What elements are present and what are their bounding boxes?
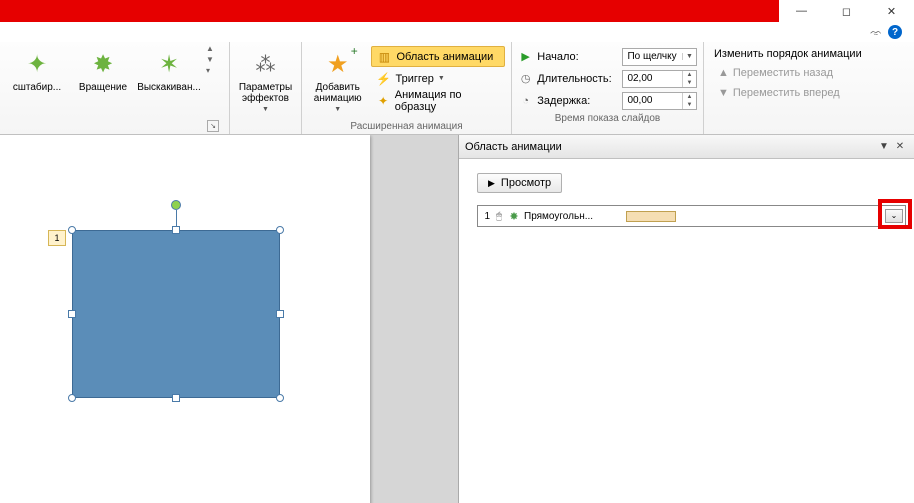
preview-button[interactable]: ▶ Просмотр (477, 173, 562, 193)
effect-options-group: Параметры эффектов ▼ (230, 42, 302, 134)
animation-pane: Область анимации ▼ ✕ ▶ Просмотр 1 🖱 ✸ Пр… (458, 135, 914, 503)
slide: 1 (0, 135, 370, 503)
arrow-up-icon: ▲ (718, 67, 729, 79)
animation-gallery-group: ✦ сштабир... ✸ Вращение ✶ Выскакиван... … (0, 42, 230, 134)
pane-body: ▶ Просмотр 1 🖱 ✸ Прямоугольн... ⌄ (459, 159, 914, 503)
rotate-handle[interactable] (171, 200, 181, 210)
pane-menu-icon[interactable]: ▼ (876, 141, 892, 152)
resize-handle[interactable] (276, 394, 284, 402)
animation-list: 1 🖱 ✸ Прямоугольн... ⌄ (477, 205, 906, 227)
delay-icon: ◔ (518, 95, 533, 107)
ribbon: ✦ сштабир... ✸ Вращение ✶ Выскакиван... … (0, 42, 914, 135)
gallery-down-icon[interactable]: ▼ (206, 55, 214, 64)
minimize-button[interactable]: — (779, 0, 824, 22)
extended-animation-group: ★+ Добавить анимацию ▼ ▥ Область анимаци… (302, 42, 512, 134)
gallery-more-icon[interactable]: ▾ (206, 66, 214, 75)
selected-shape[interactable]: 1 (72, 230, 280, 398)
maximize-button[interactable]: ◻ (824, 0, 869, 22)
animation-painter-button[interactable]: ✦ Анимация по образцу (371, 90, 505, 111)
chevron-down-icon: ▼ (438, 75, 445, 82)
resize-handle[interactable] (172, 226, 180, 234)
painter-icon: ✦ (375, 93, 390, 109)
effect-bounce[interactable]: ✶ Выскакиван... (138, 44, 200, 93)
pane-icon: ▥ (376, 49, 392, 65)
rectangle-shape[interactable] (72, 230, 280, 398)
chevron-down-icon: ▼ (334, 106, 341, 113)
arrow-down-icon: ▼ (718, 87, 729, 99)
pane-header: Область анимации ▼ ✕ (459, 135, 914, 159)
mouse-click-icon: 🖱 (492, 211, 506, 222)
resize-handle[interactable] (68, 310, 76, 318)
reorder-title: Изменить порядок анимации (710, 46, 900, 62)
pane-title: Область анимации (465, 141, 876, 153)
item-index: 1 (478, 211, 492, 222)
dialog-launcher-icon[interactable]: ↘ (207, 120, 219, 132)
animation-list-item[interactable]: 1 🖱 ✸ Прямоугольн... ⌄ (478, 206, 905, 226)
animation-order-tag[interactable]: 1 (48, 230, 66, 246)
effect-zoom[interactable]: ✦ сштабир... (6, 44, 68, 93)
star-icon: ✶ (153, 48, 185, 80)
play-icon: ▶ (488, 178, 495, 189)
star-icon: ✸ (87, 48, 119, 80)
delay-label: Задержка: (537, 95, 618, 107)
animation-pane-toggle[interactable]: ▥ Область анимации (371, 46, 505, 67)
slide-canvas[interactable]: 1 (0, 135, 458, 503)
gallery-up-icon[interactable]: ▲ (206, 44, 214, 53)
effect-spin[interactable]: ✸ Вращение (72, 44, 134, 93)
move-earlier-button: ▲ Переместить назад (710, 63, 900, 82)
resize-handle[interactable] (68, 394, 76, 402)
close-button[interactable]: ✕ (869, 0, 914, 22)
duration-label: Длительность: (537, 73, 618, 85)
item-name: Прямоугольн... (522, 211, 622, 222)
reorder-group: Изменить порядок анимации ▲ Переместить … (704, 42, 906, 134)
effect-options-button[interactable]: Параметры эффектов ▼ (236, 44, 295, 113)
pane-close-icon[interactable]: ✕ (892, 141, 908, 152)
move-later-button: ▼ Переместить вперед (710, 83, 900, 102)
star-icon: ✦ (21, 48, 53, 80)
trigger-button[interactable]: ⚡ Триггер ▼ (371, 68, 505, 89)
play-icon: ▶ (518, 50, 533, 63)
resize-handle[interactable] (276, 310, 284, 318)
resize-handle[interactable] (276, 226, 284, 234)
add-animation-button[interactable]: ★+ Добавить анимацию ▼ (308, 44, 367, 113)
delay-spinner[interactable]: 00,00 ▲▼ (622, 92, 697, 110)
clock-icon: ◷ (518, 72, 533, 85)
start-dropdown[interactable]: По щелчку ▼ (622, 48, 697, 66)
ribbon-collapse-icon[interactable]: ᨎ (870, 27, 882, 38)
chevron-down-icon: ▼ (262, 106, 269, 113)
timing-group-label: Время показа слайдов (518, 111, 697, 126)
help-icon[interactable]: ? (888, 25, 902, 39)
resize-handle[interactable] (172, 394, 180, 402)
workspace: 1 Область анимации ▼ ✕ ▶ (0, 135, 914, 503)
timeline-bar[interactable] (626, 211, 676, 222)
window-controls: — ◻ ✕ (779, 0, 914, 22)
start-label: Начало: (537, 51, 618, 63)
duration-spinner[interactable]: 02,00 ▲▼ (622, 70, 697, 88)
help-row: ᨎ ? (0, 22, 914, 42)
title-bar: — ◻ ✕ (0, 0, 914, 22)
resize-handle[interactable] (68, 226, 76, 234)
effect-options-icon (250, 48, 282, 80)
lightning-icon: ⚡ (375, 71, 391, 87)
chevron-down-icon: ▼ (682, 53, 696, 60)
star-plus-icon: ★+ (322, 48, 354, 80)
extended-animation-label: Расширенная анимация (308, 119, 505, 134)
item-dropdown-button[interactable]: ⌄ (885, 209, 903, 223)
entrance-effect-icon: ✸ (506, 210, 522, 223)
timing-group: ▶ Начало: По щелчку ▼ ◷ Длительность: 02… (512, 42, 704, 134)
